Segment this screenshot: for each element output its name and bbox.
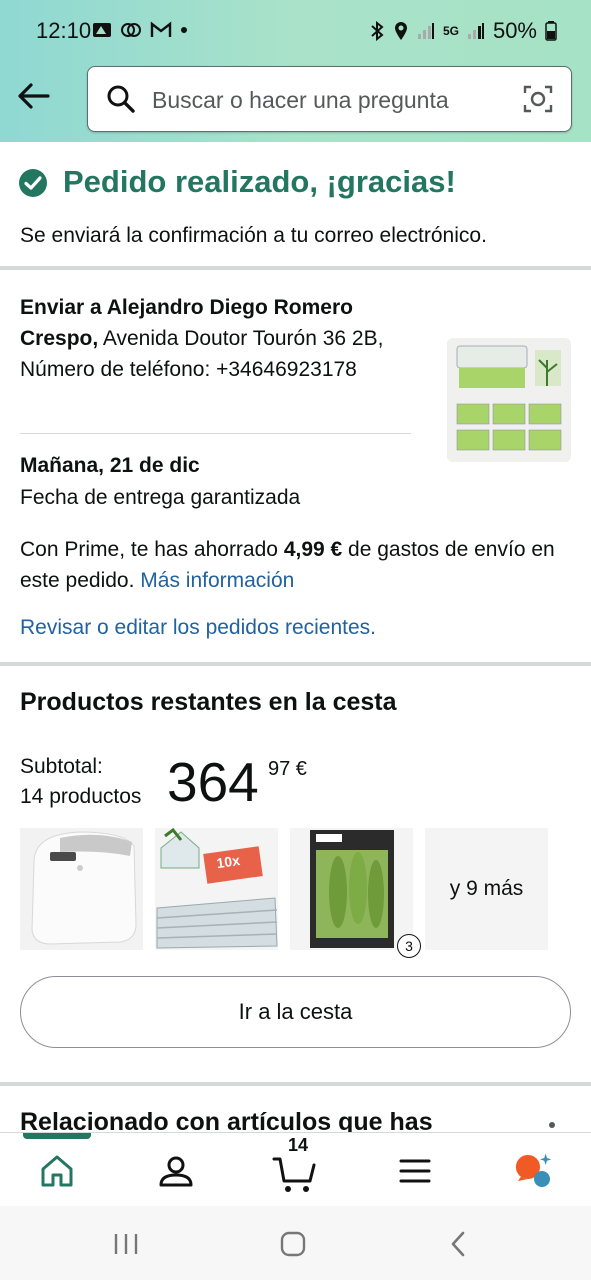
section-divider: [0, 1082, 591, 1086]
status-time: 12:10: [36, 18, 92, 43]
confirmation-title: Pedido realizado, ¡gracias!: [63, 164, 456, 199]
cart-thumbnails: 10x 3 y 9 más: [20, 828, 548, 958]
related-section: Relacionado con artículos que has: [0, 1088, 591, 1132]
dot-icon: [181, 27, 187, 33]
ordered-product-image[interactable]: [447, 338, 571, 462]
shipping-address: Enviar a Alejandro Diego Romero Crespo, …: [20, 292, 430, 385]
pea-seeds-image: [290, 828, 413, 950]
subtotal-text: Subtotal:: [20, 755, 103, 778]
menu-icon[interactable]: [395, 1151, 435, 1191]
seed-tray-image: [447, 338, 571, 462]
signal-icon-2: [467, 23, 484, 39]
order-confirmation: Pedido realizado, ¡gracias! Se enviará l…: [0, 142, 591, 268]
subtotal-price-fraction: 97 €: [268, 758, 307, 780]
back-button-icon[interactable]: [448, 1230, 468, 1258]
search-bar[interactable]: Buscar o hacer una pregunta: [87, 66, 572, 132]
prime-amount: 4,99 €: [283, 538, 343, 561]
system-icons: 5G 50%: [369, 18, 557, 44]
news-icon: [93, 23, 111, 37]
item-quantity-badge: 3: [397, 934, 421, 958]
carousel-dot: [549, 1122, 555, 1128]
remaining-cart: Productos restantes en la cesta Subtotal…: [0, 668, 591, 1082]
header-bar: 12:10 5G 50% Buscar o hacer una pregunta: [0, 0, 591, 142]
cart-more-items[interactable]: y 9 más: [425, 828, 548, 950]
cart-icon[interactable]: [272, 1155, 318, 1195]
go-to-cart-button[interactable]: Ir a la cesta: [20, 976, 571, 1048]
signal-icon: [417, 23, 434, 39]
notification-icons: [92, 20, 188, 40]
subtotal-label: Subtotal: 14 productos: [20, 752, 141, 812]
back-arrow-icon[interactable]: [16, 78, 52, 114]
subtotal-price-whole: 364: [167, 751, 259, 813]
rufus-icon[interactable]: [512, 1151, 552, 1191]
review-orders-link[interactable]: Revisar o editar los pedidos recientes.: [20, 616, 376, 640]
bottom-nav: 14: [0, 1132, 591, 1206]
cart-title: Productos restantes en la cesta: [20, 688, 397, 716]
weather-icon: [121, 23, 141, 37]
confirmation-subtitle: Se enviará la confirmación a tu correo e…: [20, 224, 487, 247]
product-count: 14 productos: [20, 785, 142, 808]
cart-item-polycarbonate-sheets[interactable]: 10x: [155, 828, 278, 950]
more-items-label: y 9 más: [449, 877, 524, 900]
camera-icon[interactable]: [523, 84, 553, 114]
home-button-icon[interactable]: [279, 1230, 307, 1258]
more-info-link[interactable]: Más información: [140, 569, 294, 592]
delivery-note: Fecha de entrega garantizada: [20, 486, 301, 509]
search-input[interactable]: Buscar o hacer una pregunta: [152, 87, 449, 114]
divider: [20, 433, 411, 434]
polycarbonate-image: 10x: [155, 828, 278, 950]
search-icon: [107, 85, 135, 113]
battery-icon: [545, 21, 557, 41]
bread-maker-image: [20, 828, 143, 950]
section-divider: [0, 662, 591, 666]
shipping-details: Enviar a Alejandro Diego Romero Crespo, …: [0, 272, 591, 662]
recent-apps-icon[interactable]: [112, 1232, 140, 1256]
cart-item-pea-seeds[interactable]: 3: [290, 828, 421, 958]
active-tab-indicator: [23, 1133, 91, 1139]
svg-text:10x: 10x: [215, 852, 241, 871]
delivery-date: Mañana, 21 de dic: [20, 454, 200, 477]
cart-item-bread-maker[interactable]: [20, 828, 143, 950]
gmail-icon: [150, 21, 172, 37]
related-title: Relacionado con artículos que has: [20, 1108, 433, 1132]
cart-count: 14: [288, 1135, 309, 1155]
bluetooth-icon: [371, 21, 384, 41]
check-circle-icon: [19, 169, 47, 197]
system-nav-bar: [0, 1206, 591, 1280]
prime-savings: Con Prime, te has ahorrado 4,99 € de gas…: [20, 534, 560, 596]
prime-prefix: Con Prime, te has ahorrado: [20, 538, 284, 561]
status-bar: 12:10 5G 50%: [0, 0, 591, 62]
account-icon[interactable]: [156, 1151, 196, 1191]
home-icon[interactable]: [37, 1151, 77, 1191]
section-divider: [0, 266, 591, 270]
network-type: 5G: [442, 24, 459, 38]
location-icon: [394, 22, 407, 40]
battery-text: 50%: [492, 18, 537, 43]
